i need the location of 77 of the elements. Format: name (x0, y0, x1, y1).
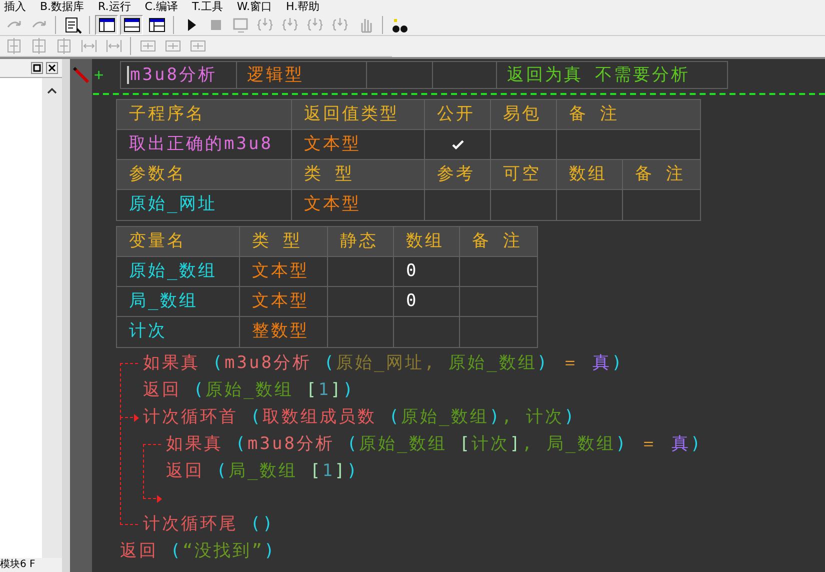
menu-item[interactable]: T.工具 (192, 0, 223, 14)
stop-icon (210, 20, 220, 30)
stretch-icon (165, 40, 180, 52)
code-line: 计次循环尾 () (143, 513, 275, 536)
column-header: 参考 (425, 160, 491, 190)
code-line: 如果真 (m3u8分析 (原始_网址, 原始_数组) ＝ 真) (143, 352, 624, 375)
column-header: 备 注 (557, 100, 700, 130)
layout-icon (124, 18, 140, 32)
code-line: 如果真 (m3u8分析 (原始_数组 [计次], 局_数组) ＝ 真) (166, 433, 703, 456)
toolbar-button[interactable] (95, 14, 118, 34)
column-header: 数组 (557, 160, 623, 190)
menu-item[interactable]: W.窗口 (236, 0, 272, 14)
monitor-icon (232, 18, 248, 32)
stretch-icon (140, 40, 155, 52)
column-header: 返回值类型 (292, 100, 425, 130)
table-cell: 0 (394, 287, 460, 317)
return-type-cell: 逻辑型 (236, 61, 367, 89)
table-cell[interactable] (328, 257, 394, 287)
layout-icon (98, 18, 114, 32)
column-header: 变量名 (117, 227, 240, 257)
align-icon (57, 38, 70, 54)
column-header: 参数名 (117, 160, 292, 190)
menu-item[interactable]: B.数据库 (40, 0, 84, 14)
spacing-icon (106, 40, 121, 52)
pencil-icon (73, 67, 89, 83)
column-header: 可空 (491, 160, 557, 190)
align-icon (7, 38, 20, 54)
spacing-icon (81, 40, 96, 52)
brace-arrow-icon (256, 16, 272, 30)
redo-icon (6, 20, 20, 28)
brace-arrow-icon (282, 16, 298, 30)
code-line: 返回 (“没找到”) (120, 540, 276, 563)
code-line: 返回 (原始_数组 [1]) (143, 379, 355, 402)
restore-icon[interactable] (31, 62, 43, 74)
table-cell: 文本型 (240, 287, 328, 317)
layout-icon (148, 18, 164, 32)
menu-item[interactable]: 插入 (4, 0, 26, 14)
column-header: 类 型 (292, 160, 425, 190)
menu-item[interactable]: R.运行 (98, 0, 131, 14)
play-icon (188, 18, 196, 30)
scroll-up-icon[interactable] (45, 86, 59, 96)
table-cell: 取出正确的m3u8 (117, 130, 292, 160)
table-cell: 原始_数组 (117, 257, 240, 287)
code-line: 计次循环首 (取数组成员数 (原始_数组), 计次) (143, 406, 576, 429)
expand-sign[interactable]: + (92, 61, 120, 89)
column-header: 备 注 (460, 227, 537, 257)
column-header: 易包 (491, 100, 557, 130)
column-header: 类 型 (240, 227, 328, 257)
check-icon[interactable] (452, 140, 464, 150)
table-cell: 局_数组 (117, 287, 240, 317)
close-icon[interactable] (46, 62, 58, 74)
table-cell (366, 61, 433, 89)
column-header: 备 注 (623, 160, 700, 190)
menu-item[interactable]: H.帮助 (286, 0, 320, 14)
subroutine-name-cell: m3u8分析 (120, 61, 237, 89)
table-cell (432, 61, 497, 89)
stretch-icon (190, 40, 205, 52)
table-cell: 文本型 (240, 257, 328, 287)
table-cell[interactable] (328, 287, 394, 317)
menu-item[interactable]: C.编译 (144, 0, 178, 14)
binoculars-icon (392, 18, 407, 32)
column-header: 数组 (394, 227, 460, 257)
column-header: 公开 (425, 100, 491, 130)
table-cell[interactable] (491, 130, 557, 160)
code-line: 返回 (局_数组 [1]) (166, 460, 359, 483)
brace-arrow-icon (306, 16, 322, 30)
table-cell: 文本型 (292, 130, 425, 160)
toolbar-button[interactable] (120, 14, 143, 34)
document-search-icon (65, 17, 82, 34)
status-text: 模块6 F (0, 558, 36, 572)
note-cell: 返回为真 不需要分析 (496, 61, 728, 89)
brace-arrow-icon (332, 16, 348, 30)
table-cell: 0 (394, 257, 460, 287)
hand-icon (360, 18, 372, 32)
column-header: 静态 (328, 227, 394, 257)
align-icon (32, 38, 45, 54)
column-header: 子程序名 (117, 100, 292, 130)
